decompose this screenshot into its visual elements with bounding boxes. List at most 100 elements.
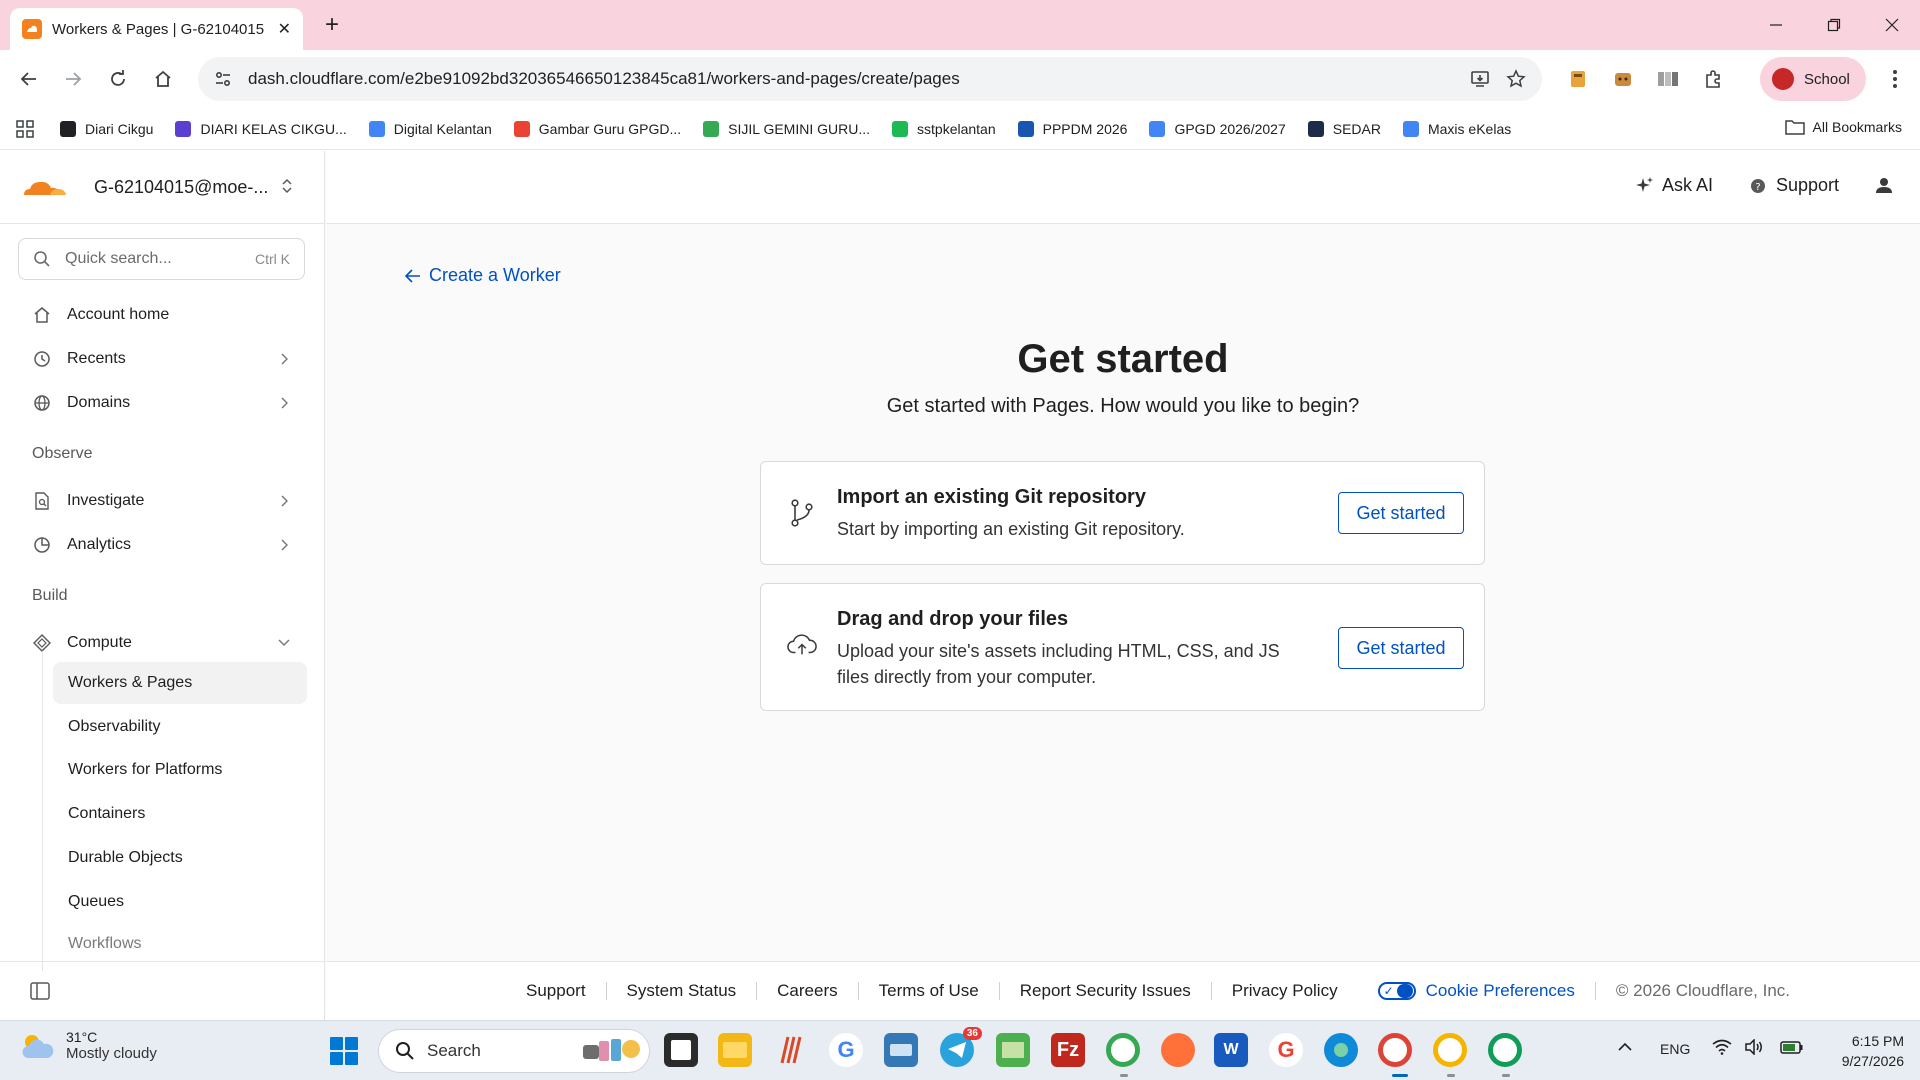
all-bookmarks[interactable]: All Bookmarks (1784, 118, 1902, 136)
tray-chevron-up-icon[interactable] (1618, 1039, 1632, 1055)
bookmark-item[interactable]: Maxis eKelas (1402, 120, 1511, 137)
extensions-puzzle-icon[interactable] (1698, 64, 1728, 94)
sidebar-item-recents[interactable]: Recents (20, 339, 306, 379)
home-icon[interactable] (148, 64, 178, 94)
file-explorer-icon[interactable] (718, 1033, 752, 1067)
address-bar[interactable]: dash.cloudflare.com/e2be91092bd320365466… (198, 57, 1542, 101)
chrome-profile-3-icon[interactable] (1488, 1033, 1522, 1067)
footer-link-careers[interactable]: Careers (757, 982, 859, 1000)
import-git-get-started-button[interactable]: Get started (1338, 492, 1464, 534)
notification-badge: 36 (962, 1027, 982, 1040)
install-app-icon[interactable] (1462, 61, 1498, 97)
windows-start-icon[interactable] (330, 1037, 358, 1065)
sidebar-item-investigate[interactable]: Investigate (20, 481, 306, 521)
weather-widget[interactable]: 31°C Mostly cloudy (20, 1029, 157, 1062)
svg-text:?: ? (1755, 182, 1760, 193)
sidebar-subitem-queues[interactable]: Queues (53, 881, 307, 923)
word-icon[interactable]: W (1214, 1033, 1248, 1067)
bookmark-item[interactable]: SEDAR (1307, 120, 1381, 137)
account-switcher[interactable]: G-62104015@moe-... (0, 151, 325, 224)
sidebar-subitem-workflows[interactable]: Workflows (53, 923, 307, 965)
google-app-icon[interactable]: G (1269, 1033, 1303, 1067)
chevron-up-down-icon (277, 177, 297, 198)
bookmark-item[interactable]: Digital Kelantan (368, 120, 492, 137)
keyboard-app-icon[interactable] (884, 1033, 918, 1067)
site-info-icon[interactable] (204, 62, 242, 96)
reading-list-icon[interactable] (1653, 64, 1683, 94)
colorful-app-icon[interactable] (774, 1033, 808, 1067)
sidebar-divider (0, 961, 325, 962)
profile-button[interactable]: School (1760, 57, 1866, 101)
bookmark-item[interactable]: GPGD 2026/2027 (1149, 120, 1286, 137)
sidebar-item-account-home[interactable]: Account home (20, 295, 306, 335)
bookmark-item[interactable]: Diari Cikgu (60, 120, 153, 137)
task-view-icon[interactable] (664, 1033, 698, 1067)
chrome-active-icon[interactable] (1378, 1033, 1412, 1067)
home-icon (32, 305, 52, 325)
bookmark-item[interactable]: Gambar Guru GPGD... (513, 120, 681, 137)
restore-button[interactable] (1814, 10, 1854, 40)
language-indicator[interactable]: ENG (1660, 1041, 1690, 1057)
card-description: Start by importing an existing Git repos… (837, 519, 1185, 539)
chrome-profile-2-icon[interactable] (1433, 1033, 1467, 1067)
tab-close-icon[interactable]: ✕ (278, 19, 291, 39)
footer-link-privacy-policy[interactable]: Privacy Policy (1212, 982, 1358, 1000)
url-text[interactable]: dash.cloudflare.com/e2be91092bd320365466… (248, 69, 1462, 89)
taskbar-search[interactable]: Search (378, 1029, 650, 1073)
new-tab-button[interactable]: + (318, 12, 346, 40)
firefox-icon[interactable] (1161, 1033, 1195, 1067)
support-button[interactable]: ? Support (1748, 175, 1839, 196)
sidebar-collapse-icon[interactable] (28, 979, 52, 1003)
sidebar-subitem-containers[interactable]: Containers (53, 793, 307, 835)
quick-search-input[interactable]: Quick search... Ctrl K (18, 238, 305, 280)
sidebar-item-compute[interactable]: Compute (20, 623, 306, 663)
chrome-profile-1-icon[interactable] (1106, 1033, 1140, 1067)
sidebar-subitem-workers-pages[interactable]: Workers & Pages (53, 662, 307, 704)
sidebar-subitem-durable-objects[interactable]: Durable Objects (53, 837, 307, 879)
back-arrow-icon[interactable] (14, 64, 44, 94)
telegram-icon[interactable]: 36 (940, 1027, 982, 1067)
bookmark-item[interactable]: DIARI KELAS CIKGU... (175, 120, 347, 137)
bookmark-item[interactable]: PPPDM 2026 (1017, 120, 1127, 137)
browser-tab[interactable]: Workers & Pages | G-62104015 ✕ (10, 8, 303, 50)
cloud-upload-icon (787, 630, 817, 660)
filezilla-icon[interactable]: Fz (1051, 1033, 1085, 1067)
extension-cat-icon[interactable] (1608, 64, 1638, 94)
close-window-button[interactable] (1872, 10, 1912, 40)
footer-link-report-security-issues[interactable]: Report Security Issues (1000, 982, 1212, 1000)
bookmark-star-icon[interactable] (1498, 61, 1534, 97)
sidebar-subitem-observability[interactable]: Observability (53, 706, 307, 748)
forward-arrow-icon[interactable] (58, 64, 88, 94)
minimize-button[interactable] (1756, 10, 1796, 40)
user-menu-button[interactable] (1874, 175, 1902, 195)
apps-grid-icon[interactable] (12, 116, 38, 142)
top-bar: Ask AI ? Support (326, 151, 1920, 224)
drag-drop-get-started-button[interactable]: Get started (1338, 627, 1464, 669)
footer-link-terms-of-use[interactable]: Terms of Use (859, 982, 1000, 1000)
extension-book-icon[interactable] (1563, 64, 1593, 94)
create-worker-back-link[interactable]: Create a Worker (405, 265, 561, 286)
sidebar-item-analytics[interactable]: Analytics (20, 525, 306, 565)
footer-link-support[interactable]: Support (506, 982, 607, 1000)
image-app-icon[interactable] (996, 1033, 1030, 1067)
cookie-preferences[interactable]: ✓ Cookie Preferences (1358, 982, 1596, 1000)
wifi-icon[interactable] (1712, 1039, 1732, 1058)
footer-link-system-status[interactable]: System Status (607, 982, 758, 1000)
system-clock[interactable]: 6:15 PM 9/27/2026 (1814, 1031, 1904, 1071)
running-indicator (1120, 1074, 1128, 1077)
volume-icon[interactable] (1744, 1038, 1764, 1058)
globe-icon (32, 393, 52, 413)
submenu-rail (42, 651, 43, 971)
sidebar-item-domains[interactable]: Domains (20, 383, 306, 423)
cloudflare-favicon-icon (22, 19, 42, 39)
google-icon[interactable]: G (829, 1033, 863, 1067)
cookie-toggle-icon: ✓ (1377, 982, 1416, 1000)
bookmark-item[interactable]: sstpkelantan (892, 120, 996, 137)
battery-icon[interactable] (1780, 1039, 1804, 1058)
reload-icon[interactable] (103, 64, 133, 94)
ask-ai-button[interactable]: Ask AI (1634, 175, 1713, 196)
edge-icon[interactable] (1324, 1033, 1358, 1067)
sidebar-subitem-workers-for-platforms[interactable]: Workers for Platforms (53, 749, 307, 791)
browser-menu-icon[interactable] (1880, 64, 1910, 94)
bookmark-item[interactable]: SIJIL GEMINI GURU... (703, 120, 870, 137)
